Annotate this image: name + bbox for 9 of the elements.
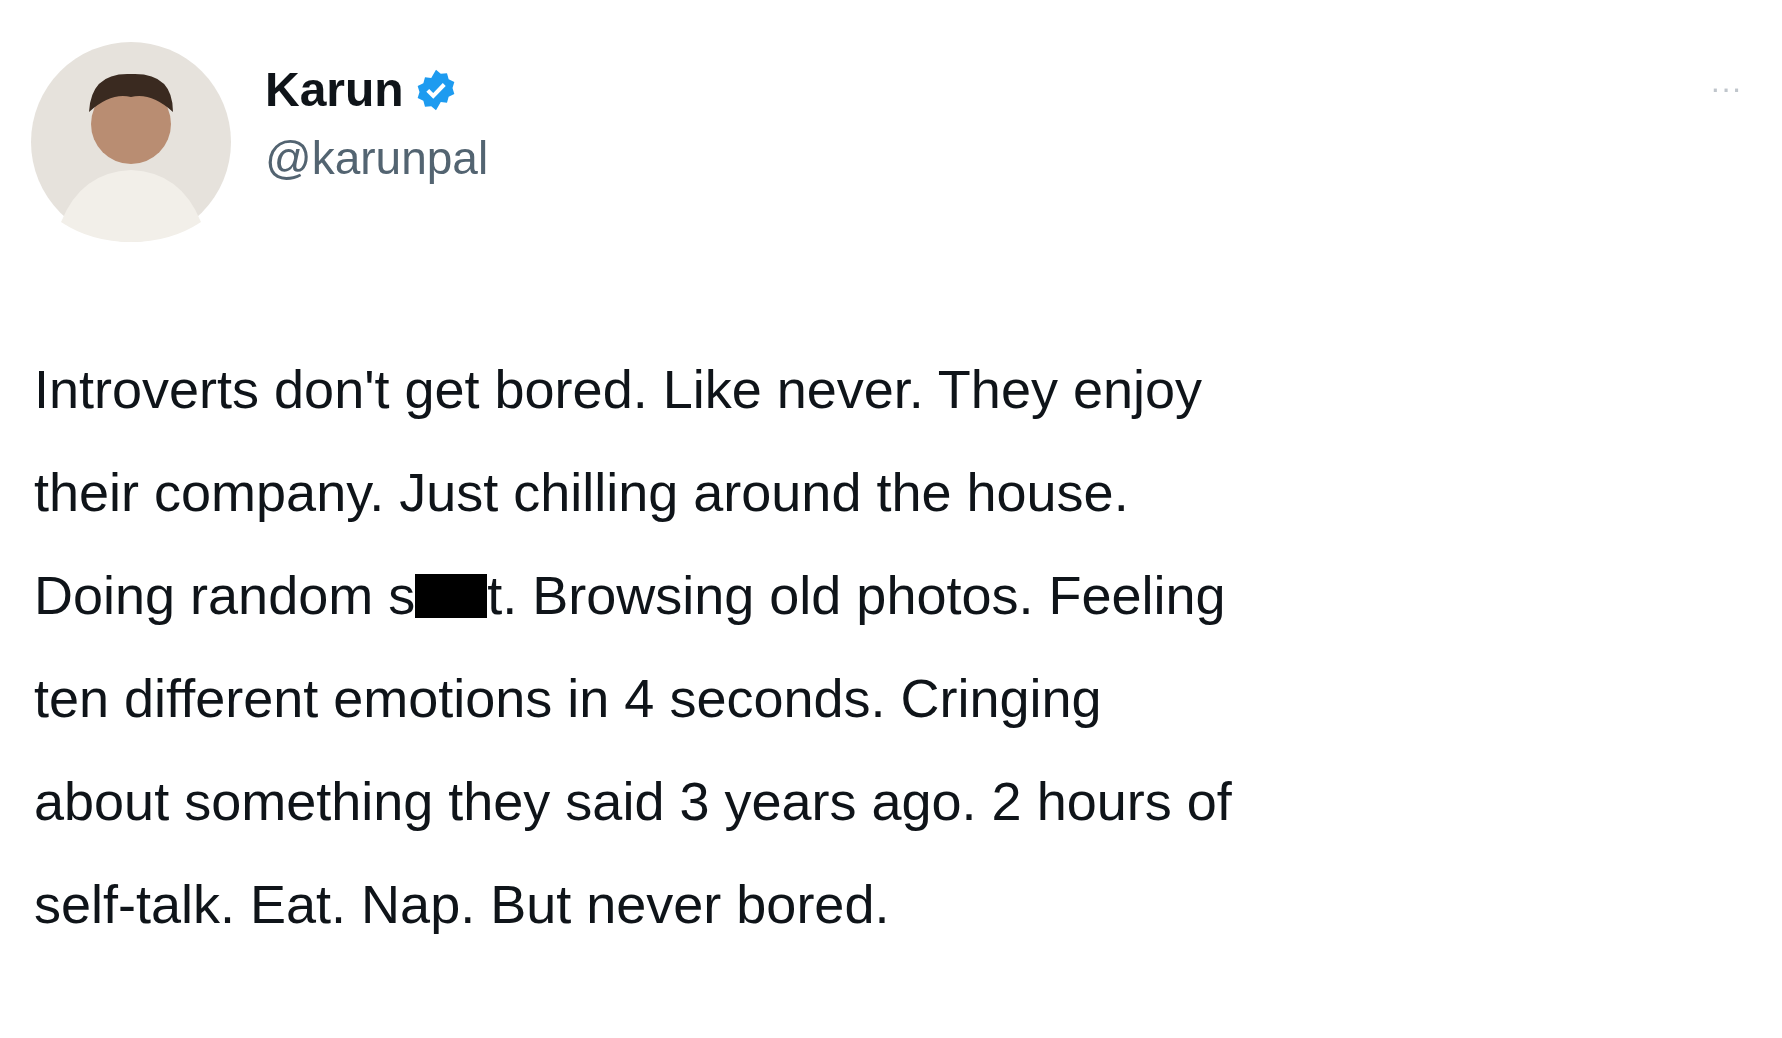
tweet-text: Doing random s	[34, 564, 416, 627]
tweet-text: Introverts don't get bored. Like never. They enjoy	[34, 358, 1202, 421]
tweet-text: about something they said 3 years ago. 2 hours of	[34, 770, 1232, 833]
tweet-text: self-talk. Eat. Nap. But never bored.	[34, 873, 890, 936]
tweet-text: t. Browsing old photos. Feeling	[487, 564, 1226, 627]
tweet-text: ten different emotions in 4 seconds. Cringing	[34, 667, 1102, 730]
author-name[interactable]: Karun	[265, 60, 404, 120]
tweet-text: their company. Just chilling around the house.	[34, 461, 1129, 524]
author-handle[interactable]: @karunpal	[265, 130, 489, 188]
